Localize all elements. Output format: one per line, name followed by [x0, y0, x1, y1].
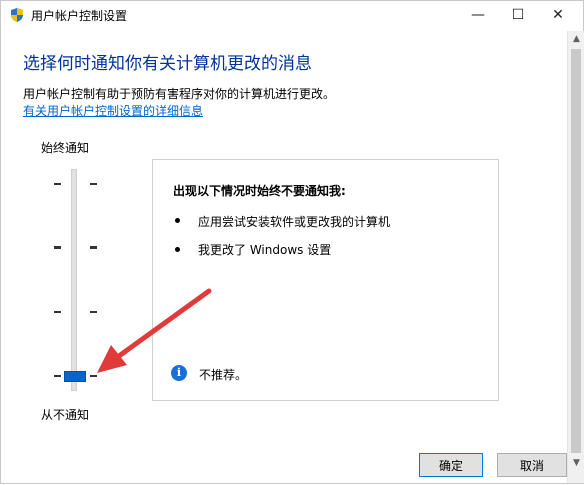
uac-settings-window: 用户帐户控制设置 — ☐ ✕ ▲ ▼ 选择何时通知你有关计算机更改的消息 用户帐…: [0, 0, 584, 484]
cancel-button[interactable]: 取消: [497, 453, 567, 477]
annotation-arrow-icon: [97, 288, 212, 373]
ok-button[interactable]: 确定: [419, 453, 483, 477]
